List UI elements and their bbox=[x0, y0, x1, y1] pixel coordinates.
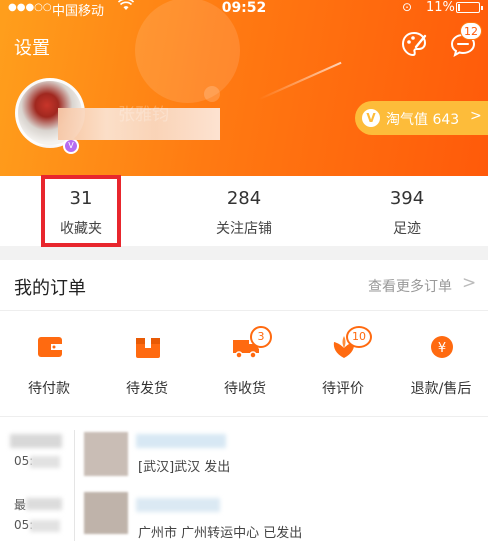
blurred-time bbox=[30, 456, 60, 468]
order-pending-receipt[interactable]: 3 待收货 bbox=[196, 326, 294, 406]
divider bbox=[0, 416, 488, 417]
username[interactable]: 张雅钧 bbox=[118, 100, 169, 125]
vip-badge-icon: V bbox=[63, 138, 79, 154]
decor-dot bbox=[204, 86, 220, 102]
orientation-lock-icon: ⊙ bbox=[402, 0, 413, 14]
blurred-title bbox=[136, 498, 220, 512]
battery-percent: 11% bbox=[426, 0, 455, 15]
stat-footprints[interactable]: 394 足迹 bbox=[326, 176, 488, 246]
chevron-right-icon: > bbox=[462, 273, 477, 293]
order-pending-shipment[interactable]: 待发货 bbox=[98, 326, 196, 406]
stat-value: 284 bbox=[226, 188, 262, 209]
refund-icon: ¥ bbox=[431, 336, 453, 358]
decor-streak bbox=[258, 61, 342, 101]
orders-section: 我的订单 查看更多订单 > 待付款 待发货 3 待收货 10 待评价 ¥ 退款/… bbox=[0, 260, 488, 541]
svg-text:¥: ¥ bbox=[438, 341, 446, 356]
order-pending-review[interactable]: 10 待评价 bbox=[294, 326, 392, 406]
taoqi-label: 淘气值 643 bbox=[386, 112, 460, 128]
message-count-badge: 12 bbox=[460, 22, 482, 40]
logistics-list: 05: [武汉]武汉 发出 最 05: 广州市 广州转运中心 已发出 bbox=[0, 420, 488, 541]
order-pending-payment[interactable]: 待付款 bbox=[0, 326, 98, 406]
product-thumbnail bbox=[84, 432, 128, 476]
profile-header: ●●●○○ 中国移动 09:52 ⊙ 11% 设置 12 V 张雅钧 V 淘气值… bbox=[0, 0, 488, 176]
wallet-icon bbox=[38, 337, 62, 357]
taoqi-icon: V bbox=[362, 109, 380, 127]
palette-icon[interactable] bbox=[400, 30, 428, 58]
order-label: 待付款 bbox=[28, 381, 70, 397]
order-label: 退款/售后 bbox=[410, 381, 472, 397]
logistics-text: 广州市 广州转运中心 已发出 bbox=[138, 526, 303, 541]
timeline-line bbox=[74, 430, 75, 541]
stat-label: 足迹 bbox=[393, 221, 421, 237]
chevron-right-icon: > bbox=[470, 108, 482, 124]
blurred-title bbox=[136, 434, 226, 448]
order-label: 待收货 bbox=[224, 381, 266, 397]
taoqi-score-button[interactable]: V 淘气值 643 > bbox=[355, 101, 488, 135]
box-icon bbox=[136, 338, 160, 358]
view-more-orders-link[interactable]: 查看更多订单 bbox=[368, 276, 452, 296]
stat-label: 关注店铺 bbox=[216, 221, 272, 237]
battery-icon bbox=[456, 2, 483, 13]
order-count-badge: 10 bbox=[346, 326, 372, 348]
order-label: 待评价 bbox=[322, 381, 364, 397]
blurred-label bbox=[10, 434, 62, 448]
settings-button[interactable]: 设置 bbox=[14, 34, 50, 60]
product-thumbnail bbox=[84, 492, 128, 534]
divider bbox=[0, 310, 488, 311]
blurred-label bbox=[26, 498, 62, 510]
highlight-annotation bbox=[41, 175, 121, 247]
battery-fill bbox=[458, 4, 460, 11]
blurred-time bbox=[30, 520, 60, 532]
order-label: 待发货 bbox=[126, 381, 168, 397]
order-refund[interactable]: ¥ 退款/售后 bbox=[392, 326, 488, 406]
logistics-text: [武汉]武汉 发出 bbox=[138, 460, 231, 475]
stat-value: 394 bbox=[389, 188, 425, 209]
orders-title: 我的订单 bbox=[14, 278, 86, 299]
logistics-label: 最 bbox=[14, 498, 27, 512]
stat-followed-shops[interactable]: 284 关注店铺 bbox=[163, 176, 325, 246]
clock: 09:52 bbox=[221, 0, 267, 16]
order-count-badge: 3 bbox=[250, 326, 272, 348]
status-bar: ●●●○○ 中国移动 09:52 ⊙ 11% bbox=[0, 0, 488, 19]
